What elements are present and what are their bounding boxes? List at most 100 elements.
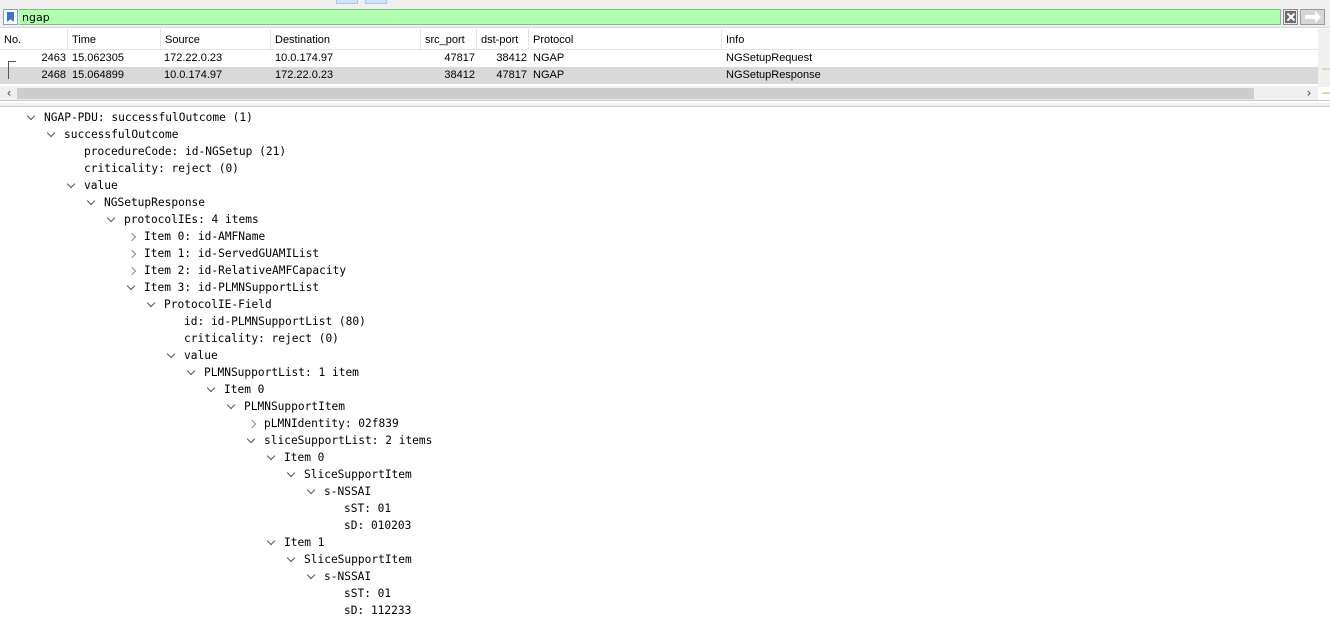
tree-node[interactable]: pLMNIdentity: 02f839 — [0, 415, 1330, 432]
apply-filter-button[interactable] — [1300, 9, 1325, 25]
packet-source: 10.0.174.97 — [164, 69, 223, 81]
tree-node-label: id: id-PLMNSupportList (80) — [184, 315, 366, 328]
chevron-right-icon[interactable] — [129, 262, 139, 279]
tree-node[interactable]: PLMNSupportItem — [0, 398, 1330, 415]
display-filter-bar — [0, 6, 1330, 28]
packet-row[interactable]: 2463 15.062305 172.22.0.23 10.0.174.97 4… — [0, 50, 1318, 67]
scroll-right-icon[interactable]: › — [1303, 87, 1315, 100]
chevron-down-icon[interactable] — [287, 466, 297, 483]
tree-node-label: Item 3: id-PLMNSupportList — [144, 281, 320, 294]
packet-list-header: No. Time Source Destination src_port dst… — [0, 29, 1318, 50]
chevron-down-icon[interactable] — [247, 432, 257, 449]
tree-node[interactable]: Item 2: id-RelativeAMFCapacity — [0, 262, 1330, 279]
scrollbar-thumb[interactable] — [17, 88, 1254, 99]
tree-node[interactable]: SliceSupportItem — [0, 466, 1330, 483]
chevron-down-icon[interactable] — [167, 347, 177, 364]
chevron-right-icon[interactable] — [129, 245, 139, 262]
column-header-no[interactable]: No. — [0, 29, 68, 50]
toolbar-button[interactable] — [365, 0, 387, 4]
clear-filter-button[interactable] — [1283, 9, 1298, 25]
chevron-down-icon[interactable] — [67, 177, 77, 194]
tree-node[interactable]: s-NSSAI — [0, 483, 1330, 500]
tree-node-label: PLMNSupportItem — [244, 400, 346, 413]
tree-node-label: sST: 01 — [344, 587, 392, 600]
packet-protocol: NGAP — [533, 69, 565, 81]
tree-node-label: Item 1: id-ServedGUAMIList — [144, 247, 320, 260]
tree-node[interactable]: sliceSupportList: 2 items — [0, 432, 1330, 449]
chevron-down-icon[interactable] — [127, 279, 137, 296]
tree-node[interactable]: Item 3: id-PLMNSupportList — [0, 279, 1330, 296]
tree-node-label: Item 0: id-AMFName — [144, 230, 266, 243]
chevron-down-icon[interactable] — [107, 211, 117, 228]
chevron-right-icon[interactable] — [249, 415, 259, 432]
tree-node-label: NGSetupResponse — [104, 196, 206, 209]
packet-row-selected[interactable]: 2468 15.064899 10.0.174.97 172.22.0.23 3… — [0, 67, 1318, 84]
chevron-down-icon[interactable] — [207, 381, 217, 398]
column-header-protocol[interactable]: Protocol — [529, 29, 722, 50]
chevron-down-icon[interactable] — [287, 551, 297, 568]
tree-node[interactable]: NGSetupResponse — [0, 194, 1330, 211]
packet-destination: 172.22.0.23 — [275, 69, 334, 81]
tree-node[interactable]: Item 0 — [0, 381, 1330, 398]
tree-node-label: pLMNIdentity: 02f839 — [264, 417, 399, 430]
chevron-down-icon[interactable] — [27, 109, 37, 126]
chevron-right-icon[interactable] — [129, 228, 139, 245]
tree-node-label: criticality: reject (0) — [184, 332, 339, 345]
tree-node-label: value — [84, 179, 118, 192]
tree-node[interactable]: protocolIEs: 4 items — [0, 211, 1330, 228]
scroll-left-icon[interactable]: ‹ — [3, 87, 15, 100]
tree-node[interactable]: ProtocolIE-Field — [0, 296, 1330, 313]
column-header-destination[interactable]: Destination — [271, 29, 421, 50]
tree-node-label: PLMNSupportList: 1 item — [204, 366, 359, 379]
horizontal-scrollbar[interactable]: ‹ › — [0, 86, 1318, 100]
chevron-down-icon[interactable] — [307, 483, 317, 500]
pane-splitter[interactable] — [0, 103, 1330, 107]
filter-bookmark-button[interactable] — [3, 9, 18, 25]
tree-node[interactable]: SliceSupportItem — [0, 551, 1330, 568]
packet-time: 15.064899 — [72, 69, 124, 81]
chevron-down-icon[interactable] — [47, 126, 57, 143]
bookmark-icon — [7, 12, 14, 22]
chevron-down-icon[interactable] — [267, 534, 277, 551]
tree-node[interactable]: Item 0: id-AMFName — [0, 228, 1330, 245]
tree-node[interactable]: s-NSSAI — [0, 568, 1330, 585]
tree-node-label: SliceSupportItem — [304, 468, 412, 481]
tree-node[interactable]: value — [0, 347, 1330, 364]
chevron-down-icon[interactable] — [227, 398, 237, 415]
packet-dst-port: 38412 — [496, 52, 527, 64]
packet-destination: 10.0.174.97 — [275, 52, 334, 64]
packet-info: NGSetupResponse — [726, 69, 821, 81]
chevron-down-icon[interactable] — [147, 296, 157, 313]
tree-node: sST: 01 — [0, 585, 1330, 602]
tree-node-label: SliceSupportItem — [304, 553, 412, 566]
tree-node-label: Item 2: id-RelativeAMFCapacity — [144, 264, 347, 277]
tree-node: sD: 112233 — [0, 602, 1330, 618]
vertical-scrollbar[interactable] — [1318, 29, 1330, 87]
column-header-time[interactable]: Time — [68, 29, 161, 50]
tree-node: sD: 010203 — [0, 517, 1330, 534]
tree-node-label: sD: 112233 — [344, 604, 412, 617]
column-header-source[interactable]: Source — [161, 29, 271, 50]
tree-node[interactable]: Item 1 — [0, 534, 1330, 551]
packet-protocol: NGAP — [533, 52, 565, 64]
packet-info: NGSetupRequest — [726, 52, 813, 64]
related-packet-marker — [8, 61, 16, 79]
chevron-down-icon[interactable] — [267, 449, 277, 466]
toolbar-button[interactable] — [336, 0, 358, 4]
tree-node[interactable]: successfulOutcome — [0, 126, 1330, 143]
chevron-down-icon[interactable] — [307, 568, 317, 585]
tree-node[interactable]: Item 0 — [0, 449, 1330, 466]
chevron-down-icon[interactable] — [87, 194, 97, 211]
column-header-src-port[interactable]: src_port — [421, 29, 477, 50]
tree-node[interactable]: PLMNSupportList: 1 item — [0, 364, 1330, 381]
tree-node-label: sST: 01 — [344, 502, 392, 515]
tree-node[interactable]: value — [0, 177, 1330, 194]
column-header-dst-port[interactable]: dst-port — [477, 29, 529, 50]
tree-node[interactable]: NGAP-PDU: successfulOutcome (1) — [0, 109, 1330, 126]
column-header-info[interactable]: Info — [722, 29, 1318, 50]
tree-node-label: procedureCode: id-NGSetup (21) — [84, 145, 287, 158]
tree-node[interactable]: Item 1: id-ServedGUAMIList — [0, 245, 1330, 262]
packet-src-port: 47817 — [444, 52, 475, 64]
chevron-down-icon[interactable] — [187, 364, 197, 381]
display-filter-input[interactable] — [19, 9, 1281, 25]
